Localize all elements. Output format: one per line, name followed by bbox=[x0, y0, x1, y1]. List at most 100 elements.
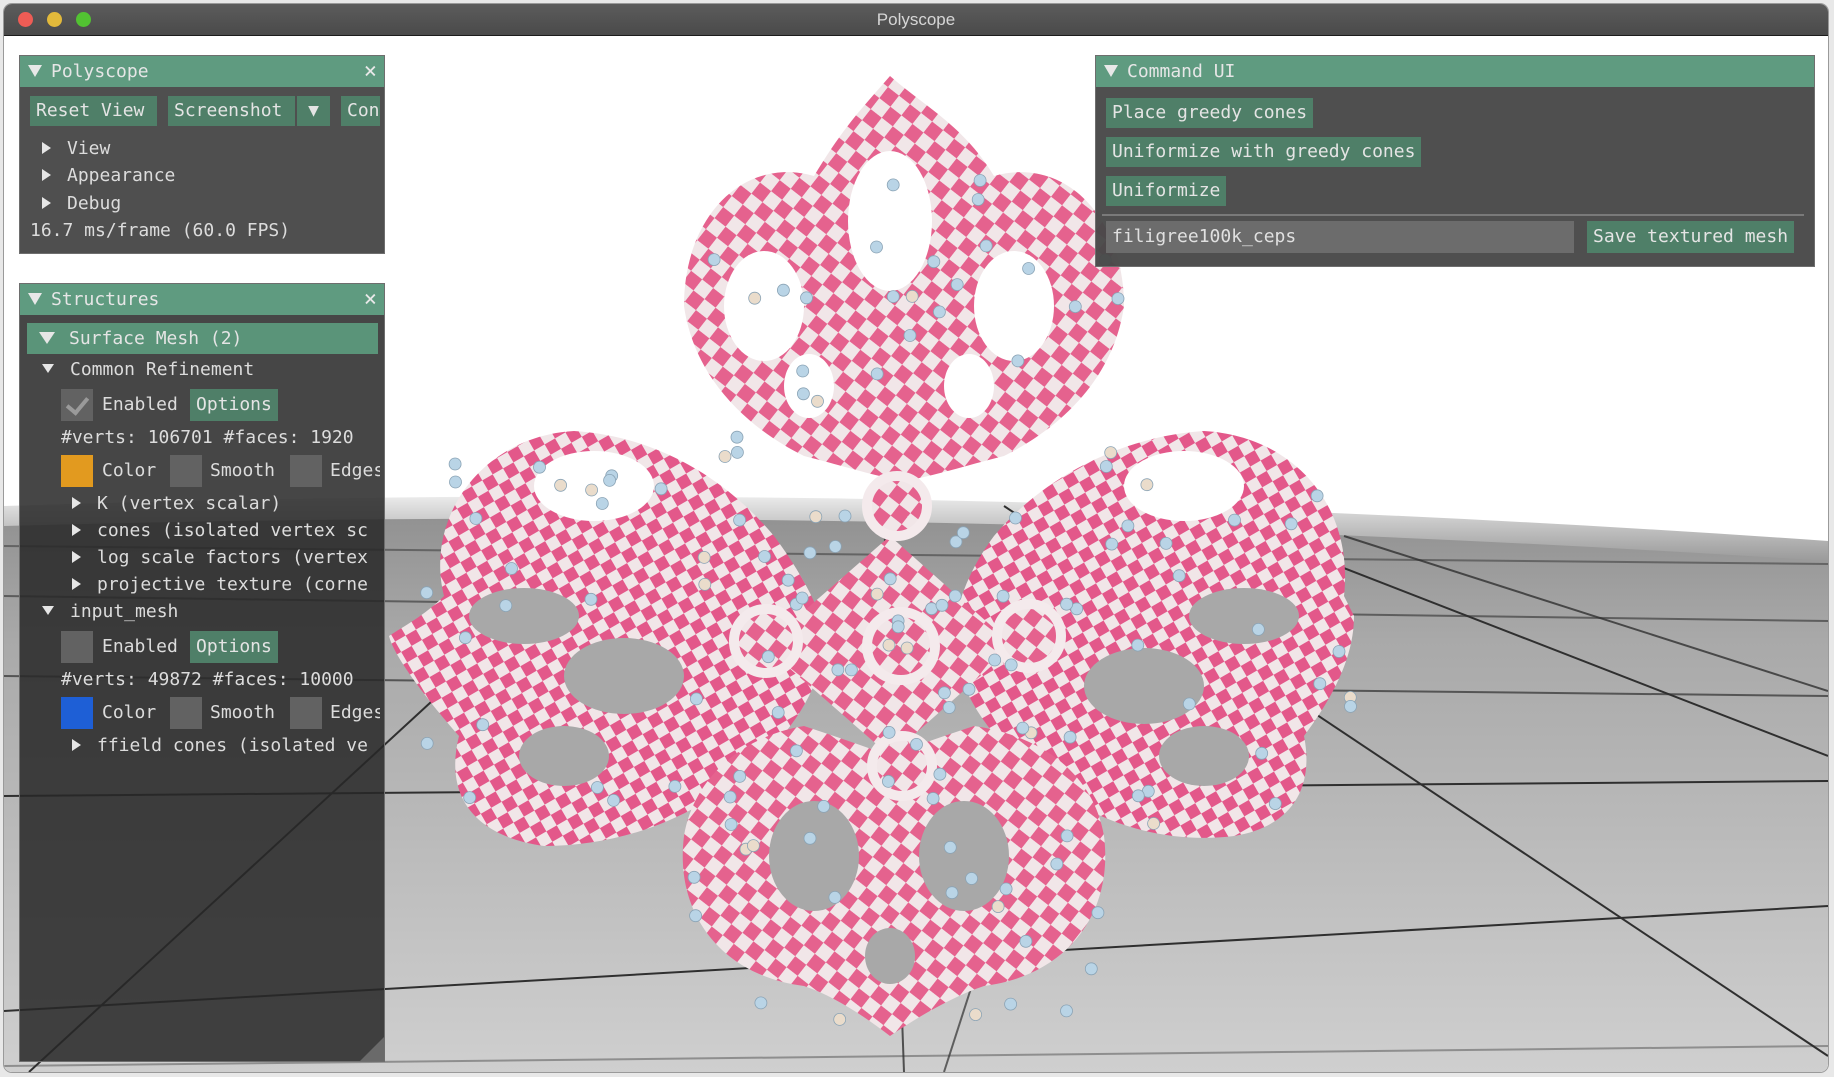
section-debug[interactable]: Debug bbox=[42, 190, 121, 217]
controls-button[interactable]: Con bbox=[341, 96, 380, 126]
cone-marker bbox=[781, 573, 795, 587]
cone-marker bbox=[690, 692, 703, 706]
cone-marker bbox=[1011, 354, 1025, 368]
close-icon[interactable]: × bbox=[364, 284, 377, 315]
cone-marker bbox=[1172, 569, 1186, 583]
title-bar[interactable]: Polyscope bbox=[4, 4, 1828, 36]
polyscope-panel-header[interactable]: Polyscope × bbox=[20, 56, 384, 87]
cone-marker bbox=[1313, 677, 1327, 691]
cone-marker bbox=[1105, 537, 1119, 551]
section-appearance[interactable]: Appearance bbox=[42, 162, 175, 189]
cone-marker bbox=[883, 572, 897, 586]
mesh-input-mesh-header[interactable]: input_mesh bbox=[42, 598, 178, 625]
cone-marker bbox=[1284, 517, 1298, 531]
quantity-item[interactable]: K (vertex scalar) bbox=[72, 490, 281, 517]
resize-grip[interactable] bbox=[360, 1037, 384, 1061]
collapse-triangle-icon bbox=[42, 606, 54, 615]
cone-marker bbox=[803, 546, 817, 560]
screenshot-button[interactable]: Screenshot bbox=[168, 96, 295, 126]
cone-marker bbox=[943, 841, 957, 854]
cone-marker bbox=[499, 599, 513, 612]
cone-marker bbox=[533, 460, 546, 474]
options-button[interactable]: Options bbox=[190, 631, 278, 663]
cone-marker bbox=[723, 790, 737, 804]
collapse-triangle-icon[interactable] bbox=[28, 292, 42, 305]
cone-marker bbox=[505, 562, 518, 575]
place-greedy-cones-button[interactable]: Place greedy cones bbox=[1106, 98, 1314, 128]
cone-marker bbox=[1060, 1004, 1073, 1018]
cone-marker bbox=[1228, 513, 1241, 527]
smooth-checkbox[interactable] bbox=[170, 455, 202, 487]
quantity-item[interactable]: log scale factors (vertex bbox=[72, 544, 368, 571]
cone-marker bbox=[999, 882, 1013, 896]
cone-marker bbox=[554, 478, 567, 492]
cone-marker bbox=[870, 587, 884, 601]
uniformize-button[interactable]: Uniformize bbox=[1106, 176, 1227, 206]
surface-mesh-group-header[interactable]: Surface Mesh (2) bbox=[27, 323, 378, 354]
cone-marker bbox=[933, 305, 946, 319]
cone-marker bbox=[584, 592, 598, 606]
uniformize-with-greedy-cones-button[interactable]: Uniformize with greedy cones bbox=[1106, 137, 1422, 167]
quantity-item[interactable]: ffield cones (isolated ve bbox=[72, 732, 368, 759]
cone-marker bbox=[956, 526, 970, 540]
cone-marker bbox=[707, 253, 721, 267]
cone-marker bbox=[979, 239, 993, 253]
expand-arrow-icon bbox=[72, 738, 81, 751]
cone-marker bbox=[886, 290, 900, 304]
mesh-common-refinement-header[interactable]: Common Refinement bbox=[42, 356, 254, 383]
3d-viewport[interactable]: Polyscope × Reset View Screenshot ▼ Con … bbox=[4, 36, 1828, 1072]
edges-checkbox[interactable] bbox=[290, 455, 322, 487]
save-textured-mesh-button[interactable]: Save textured mesh bbox=[1587, 221, 1795, 253]
collapse-triangle-icon[interactable] bbox=[28, 64, 42, 77]
expand-arrow-icon bbox=[42, 168, 51, 181]
cone-marker bbox=[730, 430, 744, 444]
cone-marker bbox=[1147, 817, 1160, 830]
filename-input[interactable] bbox=[1106, 221, 1574, 253]
close-icon[interactable]: × bbox=[364, 56, 377, 87]
color-label: Color bbox=[102, 460, 157, 481]
cone-marker bbox=[603, 473, 616, 487]
smooth-checkbox[interactable] bbox=[170, 697, 202, 729]
group-label: Surface Mesh (2) bbox=[69, 328, 243, 349]
reset-view-button[interactable]: Reset View bbox=[30, 96, 157, 126]
cone-marker bbox=[697, 551, 711, 564]
cone-marker bbox=[796, 364, 810, 378]
panel-title: Command UI bbox=[1127, 61, 1236, 82]
cone-marker bbox=[988, 653, 1002, 667]
section-label: Appearance bbox=[67, 165, 176, 186]
expand-arrow-icon bbox=[72, 577, 81, 590]
cone-marker bbox=[595, 497, 609, 510]
quantity-item[interactable]: cones (isolated vertex sc bbox=[72, 517, 368, 544]
cone-marker bbox=[463, 791, 477, 804]
cone-marker bbox=[833, 1013, 847, 1026]
cone-marker bbox=[754, 996, 768, 1010]
cone-marker bbox=[800, 291, 813, 305]
cone-marker bbox=[724, 818, 738, 831]
cone-marker bbox=[748, 291, 762, 305]
section-label: View bbox=[67, 138, 111, 159]
cone-marker bbox=[811, 394, 824, 408]
cone-marker bbox=[1310, 489, 1324, 503]
structures-panel-header[interactable]: Structures × bbox=[20, 284, 384, 315]
quantity-item[interactable]: projective texture (corne bbox=[72, 571, 368, 598]
expand-arrow-icon bbox=[72, 550, 81, 563]
screenshot-options-dropdown[interactable]: ▼ bbox=[297, 96, 330, 126]
section-view[interactable]: View bbox=[42, 135, 110, 162]
cone-marker bbox=[1063, 730, 1077, 744]
collapse-triangle-icon[interactable] bbox=[1104, 64, 1118, 77]
cone-marker bbox=[900, 641, 914, 655]
color-swatch[interactable] bbox=[61, 455, 93, 487]
structures-panel-body: Surface Mesh (2) Common Refinement Enabl… bbox=[20, 315, 380, 1060]
color-swatch[interactable] bbox=[61, 697, 93, 729]
cone-marker bbox=[689, 909, 702, 923]
edges-checkbox[interactable] bbox=[290, 697, 322, 729]
cone-marker bbox=[870, 240, 883, 254]
smooth-label: Smooth bbox=[210, 702, 276, 723]
cone-marker bbox=[935, 598, 949, 612]
cone-marker bbox=[828, 891, 842, 904]
enabled-checkbox[interactable] bbox=[61, 631, 93, 663]
command-ui-panel-header[interactable]: Command UI bbox=[1096, 56, 1814, 87]
enabled-checkbox[interactable] bbox=[61, 389, 93, 421]
cone-marker bbox=[991, 900, 1005, 913]
options-button[interactable]: Options bbox=[190, 389, 278, 421]
